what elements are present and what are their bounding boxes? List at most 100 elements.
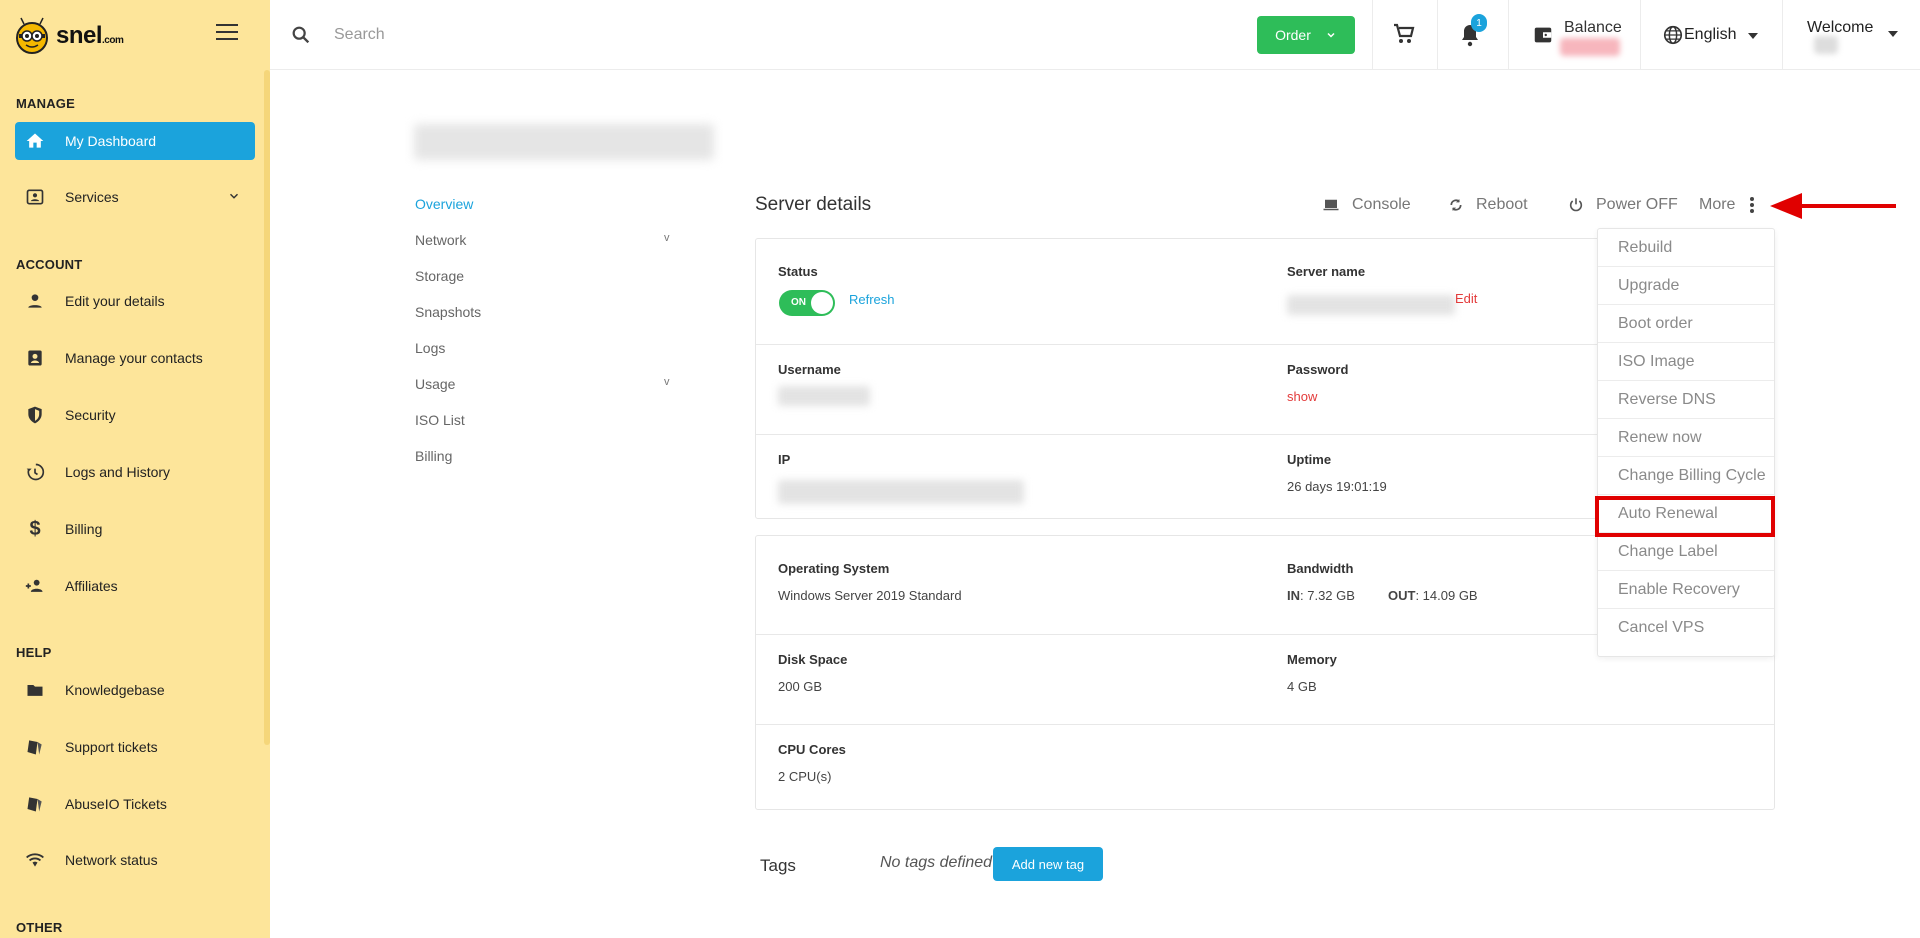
sidebar-item-label: Manage your contacts — [65, 350, 203, 366]
notification-badge: 1 — [1471, 14, 1487, 32]
subnav-snapshots[interactable]: Snapshots — [415, 304, 481, 320]
status-toggle[interactable]: ON — [779, 290, 835, 316]
memory-label: Memory — [1287, 652, 1337, 667]
cpu-value: 2 CPU(s) — [778, 769, 832, 784]
sidebar-item-label: AbuseIO Tickets — [65, 796, 167, 812]
refresh-icon — [1448, 197, 1464, 213]
contacts-icon — [23, 346, 47, 370]
subnav-usage[interactable]: Usage — [415, 376, 455, 392]
sidebar-item-security[interactable]: Security — [15, 396, 255, 434]
show-password-link[interactable]: show — [1287, 389, 1317, 404]
chevron-down-icon[interactable] — [227, 189, 241, 203]
menu-item-renew-now[interactable]: Renew now — [1598, 419, 1774, 457]
add-tag-button[interactable]: Add new tag — [993, 847, 1103, 881]
edit-server-name-link[interactable]: Edit — [1455, 291, 1477, 306]
search-input[interactable] — [334, 20, 934, 50]
balance-label[interactable]: Balance — [1564, 19, 1622, 37]
dollar-icon: $ — [29, 517, 41, 540]
sidebar-item-knowledgebase[interactable]: Knowledgebase — [15, 671, 255, 709]
menu-item-boot-order[interactable]: Boot order — [1598, 305, 1774, 343]
sidebar-item-label: Edit your details — [65, 293, 165, 309]
sidebar-item-label: Support tickets — [65, 739, 158, 755]
section-account: ACCOUNT — [16, 257, 83, 272]
username-label: Username — [778, 362, 841, 377]
subnav-overview[interactable]: Overview — [415, 196, 473, 212]
topbar-divider — [1508, 0, 1509, 70]
ticket-icon — [23, 735, 47, 759]
subnav-network[interactable]: Network — [415, 232, 466, 248]
sidebar-item-abuseio-tickets[interactable]: AbuseIO Tickets — [15, 785, 255, 823]
order-button[interactable]: Order — [1257, 16, 1355, 54]
sidebar-item-support-tickets[interactable]: Support tickets — [15, 728, 255, 766]
brand-wordmark: snel.com — [56, 22, 124, 49]
annotation-arrow — [1770, 193, 1896, 219]
subnav-storage[interactable]: Storage — [415, 268, 464, 284]
sidebar-item-billing[interactable]: $ Billing — [15, 510, 255, 548]
reboot-button[interactable]: Reboot — [1448, 196, 1528, 214]
tags-label: Tags — [760, 856, 796, 875]
menu-item-enable-recovery[interactable]: Enable Recovery — [1598, 571, 1774, 609]
power-off-button[interactable]: Power OFF — [1568, 196, 1678, 214]
expand-marker[interactable]: v — [664, 232, 670, 244]
user-menu[interactable]: Welcome — [1807, 19, 1873, 37]
menu-item-cancel-vps[interactable]: Cancel VPS — [1598, 609, 1774, 647]
sidebar-item-label: Logs and History — [65, 464, 171, 480]
bee-logo-icon — [16, 17, 48, 54]
toggle-knob — [811, 292, 833, 314]
status-label: Status — [778, 264, 818, 279]
ip-label: IP — [778, 452, 791, 467]
balance-value-redacted — [1560, 38, 1620, 56]
topbar-divider — [1437, 0, 1438, 70]
refresh-link[interactable]: Refresh — [849, 292, 895, 307]
topbar-divider — [1782, 0, 1783, 70]
caret-down-icon[interactable] — [1888, 30, 1898, 38]
sidebar-item-label: Knowledgebase — [65, 682, 165, 698]
sidebar-item-services[interactable]: Services — [15, 178, 255, 216]
sidebar-item-label: Affiliates — [65, 578, 118, 594]
menu-item-upgrade[interactable]: Upgrade — [1598, 267, 1774, 305]
topbar-divider — [1372, 0, 1373, 70]
person-icon — [23, 289, 47, 313]
username-redacted — [778, 386, 870, 406]
uptime-value: 26 days 19:01:19 — [1287, 479, 1387, 494]
subnav-iso-list[interactable]: ISO List — [415, 412, 465, 428]
menu-item-reverse-dns[interactable]: Reverse DNS — [1598, 381, 1774, 419]
sidebar-item-my-dashboard[interactable]: My Dashboard — [15, 122, 255, 160]
section-manage: MANAGE — [16, 96, 75, 111]
console-button[interactable]: Console — [1322, 196, 1411, 214]
shield-icon — [23, 403, 47, 427]
menu-item-change-billing-cycle[interactable]: Change Billing Cycle — [1598, 457, 1774, 495]
subnav-billing[interactable]: Billing — [415, 448, 452, 464]
expand-marker[interactable]: v — [664, 376, 670, 388]
menu-item-change-label[interactable]: Change Label — [1598, 533, 1774, 571]
sidebar-scrollbar[interactable] — [264, 70, 270, 745]
wallet-icon — [1534, 27, 1552, 43]
row-divider — [756, 724, 1774, 725]
sidebar-item-affiliates[interactable]: Affiliates — [15, 567, 255, 605]
history-icon — [23, 460, 47, 484]
sidebar-item-logs-history[interactable]: Logs and History — [15, 453, 255, 491]
page-title-redacted — [414, 124, 714, 160]
sidebar-item-edit-details[interactable]: Edit your details — [15, 282, 255, 320]
sidebar-item-manage-contacts[interactable]: Manage your contacts — [15, 339, 255, 377]
power-off-label: Power OFF — [1596, 196, 1678, 213]
server-name-redacted — [1287, 295, 1455, 315]
menu-item-iso-image[interactable]: ISO Image — [1598, 343, 1774, 381]
annotation-highlight-box — [1595, 496, 1775, 537]
language-selector[interactable]: English — [1684, 26, 1736, 44]
cart-icon[interactable] — [1392, 22, 1416, 46]
caret-down-icon[interactable] — [1748, 32, 1758, 40]
more-button[interactable]: More — [1699, 196, 1755, 214]
menu-toggle-icon[interactable] — [216, 24, 238, 40]
folder-icon — [23, 678, 47, 702]
subnav-logs[interactable]: Logs — [415, 340, 445, 356]
sidebar-item-label: Security — [65, 407, 116, 423]
bandwidth-out: OUT: 14.09 GB — [1388, 588, 1478, 603]
search-icon[interactable] — [290, 24, 312, 46]
brand-logo[interactable]: snel.com — [10, 14, 124, 58]
menu-item-rebuild[interactable]: Rebuild — [1598, 229, 1774, 267]
sidebar-item-network-status[interactable]: Network status — [15, 841, 255, 879]
disk-label: Disk Space — [778, 652, 848, 667]
home-icon — [23, 129, 47, 153]
wifi-icon — [23, 848, 47, 872]
